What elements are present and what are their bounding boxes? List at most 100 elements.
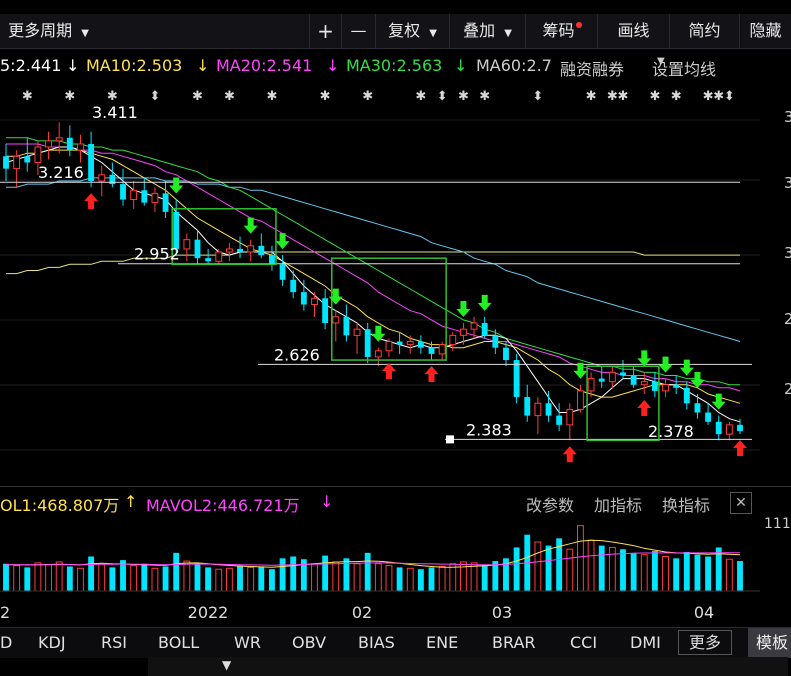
indicator-tab-bias[interactable]: BIAS xyxy=(358,628,395,658)
simple-button[interactable]: 简约 xyxy=(669,14,739,48)
ma5-line xyxy=(5,146,741,423)
candle xyxy=(566,403,574,441)
chevron-down-icon[interactable]: ▼ xyxy=(222,658,231,672)
volume-bar xyxy=(598,545,605,591)
indicator-tab-obv[interactable]: OBV xyxy=(292,628,326,658)
candle xyxy=(492,329,499,354)
price-annotation: 3.216 xyxy=(38,163,84,182)
volume-bar xyxy=(673,558,680,591)
volume-bar xyxy=(45,564,52,592)
signal-down-arrow-icon xyxy=(679,359,694,376)
chips-button[interactable]: 筹码 xyxy=(525,14,597,48)
candle-body xyxy=(247,245,255,253)
candle-body xyxy=(374,350,382,358)
indicator-tab-d[interactable]: D xyxy=(0,628,12,658)
signal-down-arrow-icon xyxy=(275,233,290,250)
draw-button[interactable]: 画线 xyxy=(597,14,669,48)
volume-bar xyxy=(141,563,148,591)
switch-indicator-button[interactable]: 换指标 xyxy=(662,492,710,516)
volume-bar xyxy=(513,547,520,591)
volume-bar xyxy=(130,565,138,592)
price-chart[interactable]: ✱ ✱ ✱ ⬍ ✱ ✱ ✱ ✱ ✱ ✱ ⬍ ✱ ✱ ⬍ ✱ ✱ ✱ ✱ ✱ ✱ ✱ ⬍ 3.4113.2162.9522.… xyxy=(0,80,791,480)
more-indicators-button[interactable]: 更多 xyxy=(678,630,732,655)
event-marker-icon: ✱ xyxy=(415,89,426,104)
ma10-value: MA10:2.503 xyxy=(86,56,183,75)
volume-chart[interactable]: 111 2 2022 02 03 04 xyxy=(0,516,791,626)
volume-bar xyxy=(566,548,574,592)
zoom-out-button[interactable]: — xyxy=(341,14,375,48)
adjust-dropdown[interactable]: 复权 ▼ xyxy=(375,14,449,48)
candle-body xyxy=(173,211,180,249)
candlesticks xyxy=(3,122,743,441)
event-marker-icon: ✱ xyxy=(266,89,277,104)
volume-bar xyxy=(237,565,243,591)
volume-bar xyxy=(183,560,191,592)
candle-body xyxy=(215,251,223,262)
candle-body xyxy=(737,424,743,432)
candle-body xyxy=(385,341,393,352)
candle-body xyxy=(438,344,446,355)
indicator-tab-kdj[interactable]: KDJ xyxy=(38,628,66,658)
candle xyxy=(45,131,52,160)
volume-bars xyxy=(3,525,743,592)
chevron-down-icon: ▼ xyxy=(657,56,665,67)
overlay-dropdown[interactable]: 叠加 ▼ xyxy=(449,14,525,48)
ma10-arrow-icon: ↓ xyxy=(196,56,210,75)
zoom-in-button[interactable]: + xyxy=(309,14,341,48)
candle-body xyxy=(715,421,722,435)
candle-body xyxy=(34,146,42,163)
indicator-tab-wr[interactable]: WR xyxy=(234,628,261,658)
volume-bar xyxy=(470,562,478,592)
candle-body xyxy=(343,316,350,336)
volume-bar xyxy=(353,563,361,592)
indicator-tab-cci[interactable]: CCI xyxy=(570,628,597,658)
add-indicator-button[interactable]: 加指标 xyxy=(594,492,642,516)
volume-bar xyxy=(374,563,382,592)
volume-bar xyxy=(311,563,318,592)
ma5-value: 5:2.441 xyxy=(0,56,62,75)
candle xyxy=(545,390,552,422)
hide-button[interactable]: 隐藏 xyxy=(739,14,791,48)
period-label: 更多周期 xyxy=(8,21,73,40)
volume-bar xyxy=(279,558,286,591)
template-button[interactable]: 模板 xyxy=(748,628,791,658)
volume-bar xyxy=(651,551,658,591)
ma30-arrow-icon: ↓ xyxy=(454,56,468,75)
event-marker-icon: ✱ xyxy=(320,89,331,104)
volume-bar xyxy=(13,565,21,592)
indicator-tab-dmi[interactable]: DMI xyxy=(630,628,661,658)
margin-trading-button[interactable]: 融资融券 xyxy=(560,56,624,80)
event-marker-icon: ⬍ xyxy=(532,89,543,104)
close-icon[interactable]: ✕ xyxy=(730,492,752,514)
signal-up-arrow-icon xyxy=(381,362,396,379)
candle-body xyxy=(141,190,148,203)
event-marker-icon: ⬍ xyxy=(149,89,160,104)
candle xyxy=(247,239,255,262)
candle xyxy=(120,168,126,206)
candle-body xyxy=(705,412,712,422)
candle-body xyxy=(151,192,159,204)
candle-body xyxy=(406,341,414,346)
indicator-tab-ene[interactable]: ENE xyxy=(426,628,458,658)
volume-bar xyxy=(630,552,637,591)
candle-body xyxy=(130,189,138,201)
candle-body xyxy=(662,384,669,392)
volume-bar xyxy=(438,565,446,592)
indicator-tab-rsi[interactable]: RSI xyxy=(101,628,127,658)
candle-body xyxy=(683,387,690,404)
volume-bar xyxy=(385,565,393,592)
candle xyxy=(577,384,584,413)
candle xyxy=(215,248,223,265)
candle-body xyxy=(566,408,574,426)
volume-bar xyxy=(417,569,424,591)
change-params-button[interactable]: 改参数 xyxy=(526,492,574,516)
volume-bar xyxy=(428,567,435,591)
candle-body xyxy=(577,390,584,410)
candle-body xyxy=(428,347,435,354)
indicator-tab-boll[interactable]: BOLL xyxy=(158,628,199,658)
volume-bar xyxy=(683,551,690,591)
candle-body xyxy=(673,384,680,388)
period-dropdown[interactable]: 更多周期 ▼ xyxy=(0,14,97,48)
candle-body xyxy=(237,248,243,252)
indicator-tab-brar[interactable]: BRAR xyxy=(492,628,536,658)
